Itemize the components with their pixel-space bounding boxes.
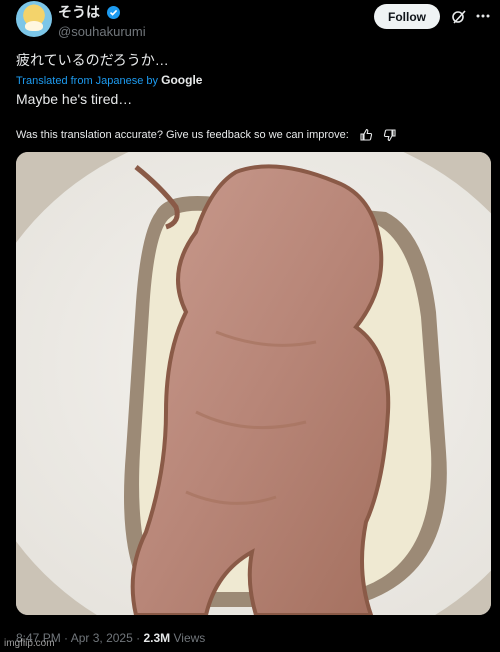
imgflip-watermark: imgflip.com [4, 638, 55, 649]
post-photo[interactable] [16, 152, 491, 615]
meta-separator: · [136, 631, 141, 645]
thumbs-down-icon[interactable] [383, 128, 397, 142]
post-header: そうは @souhakurumi Follow [0, 0, 500, 40]
author-handle[interactable]: @souhakurumi [58, 24, 146, 39]
verified-badge-icon [107, 6, 121, 19]
more-icon[interactable] [476, 14, 490, 18]
grok-icon[interactable] [451, 9, 467, 25]
translation-feedback: Was this translation accurate? Give us f… [16, 128, 397, 142]
avatar[interactable] [16, 1, 52, 37]
translated-from-link[interactable]: Translated from Japanese by [16, 75, 158, 87]
translation-attribution: Translated from Japanese by Google [16, 73, 202, 87]
views-label: Views [173, 631, 206, 645]
display-name[interactable]: そうは [58, 4, 100, 20]
ham-sandwich-photo [16, 152, 491, 615]
post-translation-text: Maybe he's tired… [16, 91, 133, 107]
follow-button[interactable]: Follow [374, 4, 440, 29]
translator-name: Google [161, 73, 203, 87]
meta-separator: · [64, 631, 69, 645]
post-original-text: 疲れているのだろうか… [16, 52, 169, 68]
post-date[interactable]: Apr 3, 2025 [71, 631, 133, 645]
views-count: 2.3M [143, 631, 171, 645]
thumbs-up-icon[interactable] [359, 128, 373, 142]
feedback-prompt: Was this translation accurate? Give us f… [16, 129, 349, 141]
author-info: そうは @souhakurumi [58, 2, 146, 39]
